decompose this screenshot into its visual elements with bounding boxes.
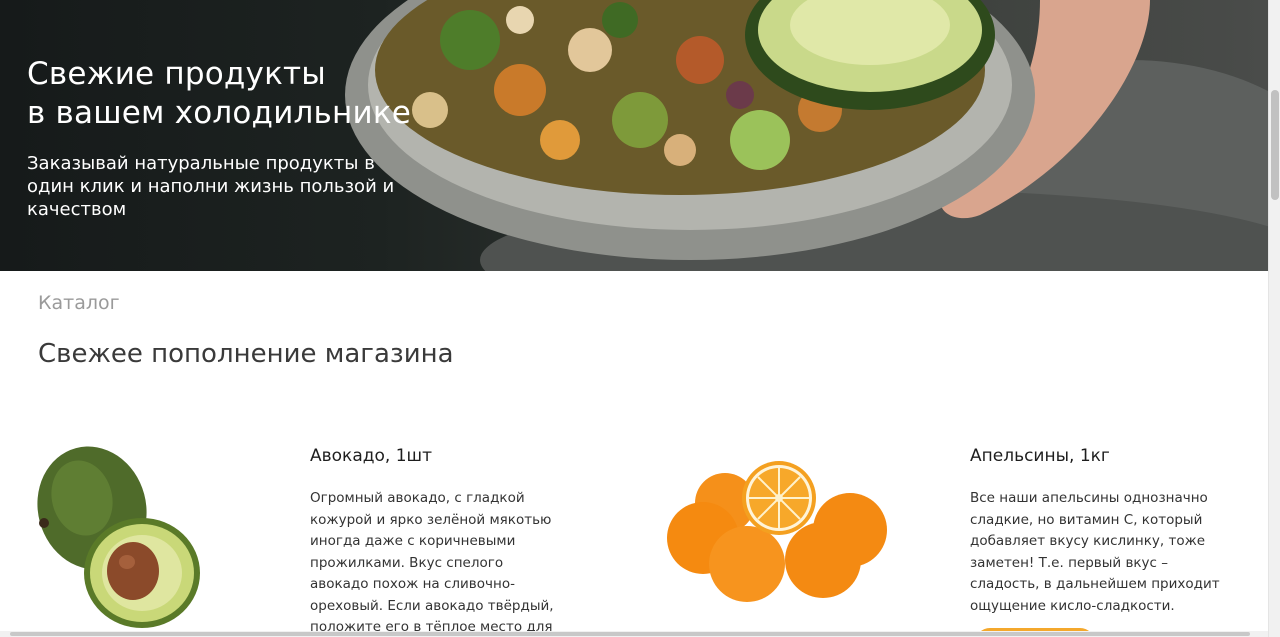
product-name-avocado[interactable]: Авокадо, 1шт bbox=[310, 446, 432, 466]
avocado-image[interactable] bbox=[30, 438, 210, 633]
catalog-label: Каталог bbox=[38, 292, 120, 314]
product-name-oranges[interactable]: Апельсины, 1кг bbox=[970, 446, 1110, 466]
product-description-oranges: Все наши апельсины однозначно сладкие, н… bbox=[970, 490, 1220, 614]
horizontal-scrollbar[interactable] bbox=[0, 631, 1268, 637]
horizontal-scrollbar-thumb[interactable] bbox=[10, 632, 1250, 636]
section-title: Свежее пополнение магазина bbox=[38, 339, 454, 369]
vertical-scrollbar-thumb[interactable] bbox=[1271, 90, 1279, 200]
salad-bowl-image bbox=[345, 0, 1268, 271]
hero-title-line1: Свежие продукты bbox=[27, 56, 326, 92]
oranges-image[interactable] bbox=[665, 458, 895, 608]
hero-subtitle: Заказывай натуральные продукты в один кл… bbox=[27, 153, 395, 220]
product-description-avocado: Огромный авокадо, с гладкой кожурой и яр… bbox=[310, 490, 554, 635]
hero-banner: Свежие продукты в вашем холодильнике Зак… bbox=[0, 0, 1268, 271]
vertical-scrollbar[interactable] bbox=[1268, 0, 1280, 637]
hero-title: Свежие продукты в вашем холодильнике bbox=[27, 55, 467, 133]
hero-title-line2: в вашем холодильнике bbox=[27, 95, 412, 131]
